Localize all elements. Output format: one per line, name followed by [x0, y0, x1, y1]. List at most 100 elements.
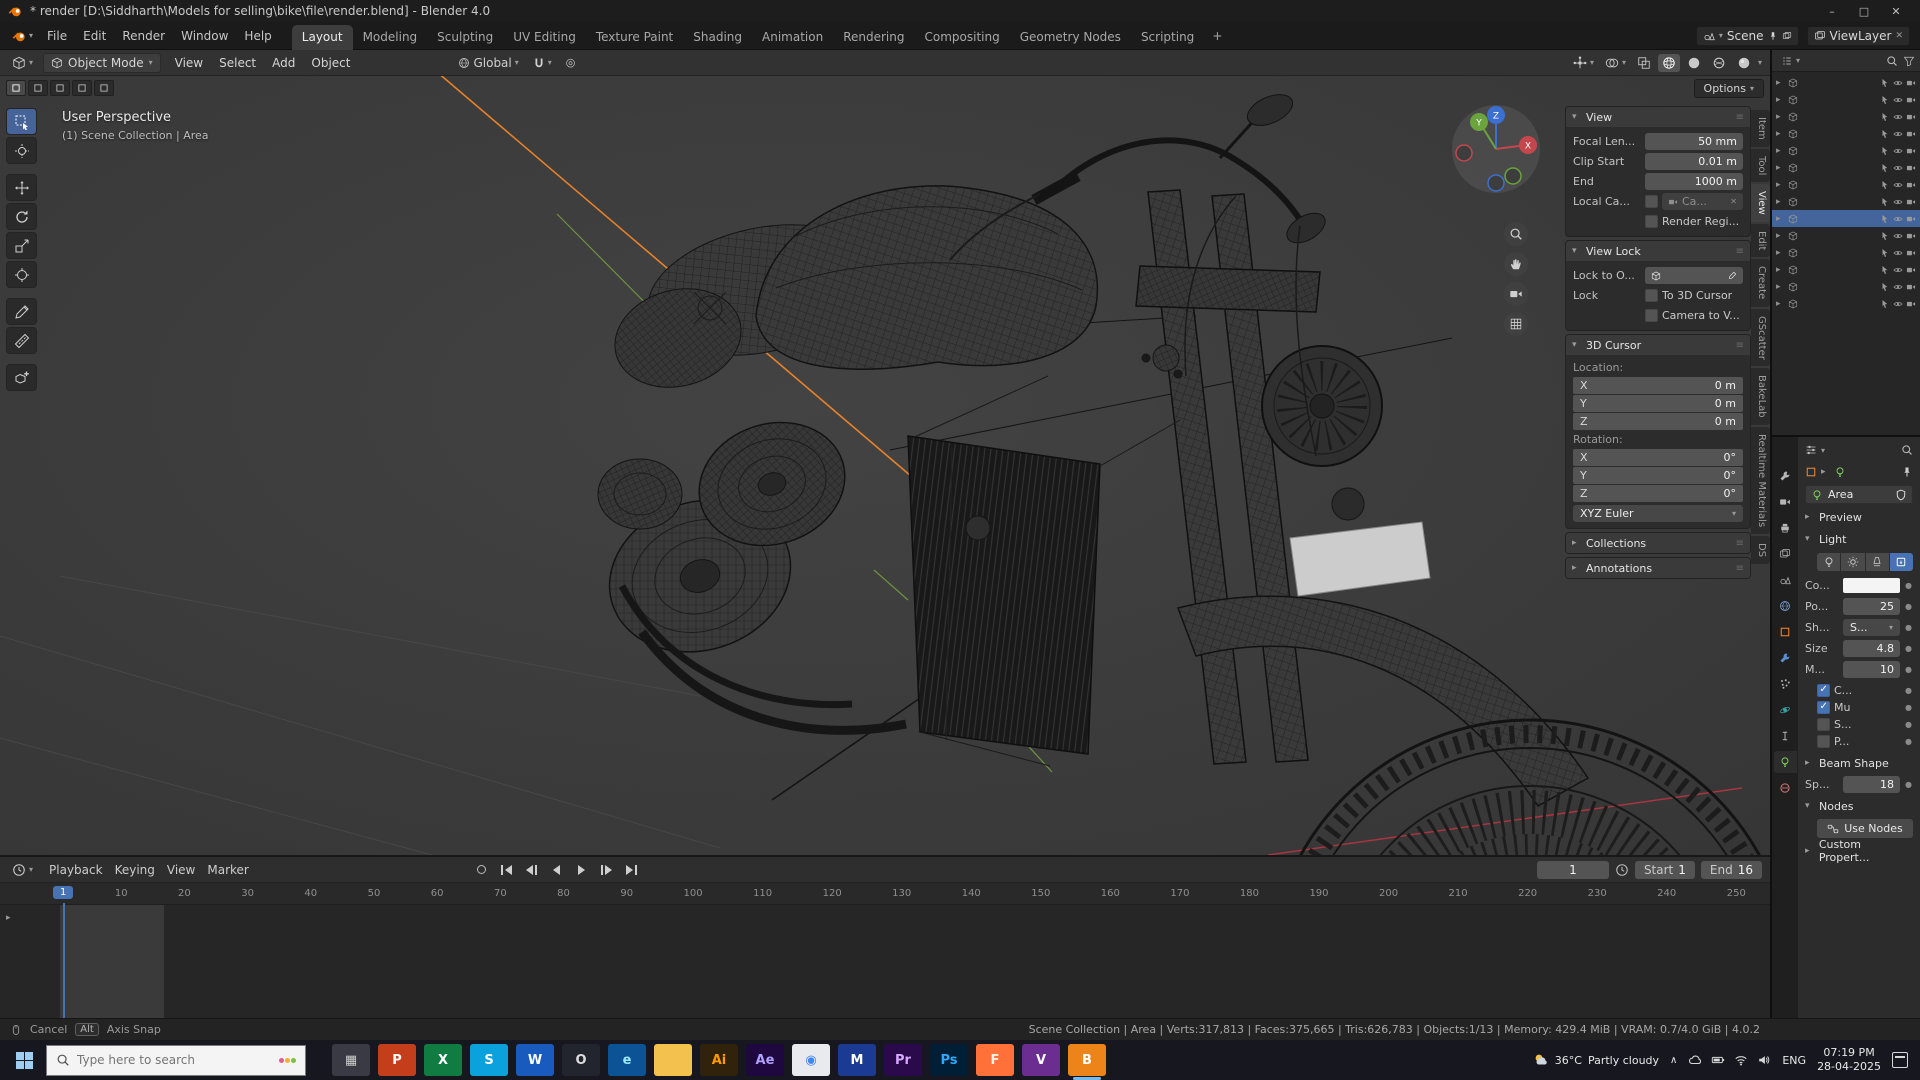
show-overlays-button[interactable]: ▾: [1601, 54, 1630, 72]
tab-modifiers[interactable]: [1774, 647, 1797, 669]
expand-arrow-icon[interactable]: ▸: [1776, 163, 1785, 173]
outliner-row[interactable]: ▸: [1772, 176, 1920, 193]
shading-solid-button[interactable]: [1683, 54, 1705, 72]
add-cube-tool[interactable]: [6, 364, 37, 391]
restrict-select-icon[interactable]: [1880, 265, 1890, 275]
hide-eye-icon[interactable]: [1893, 95, 1903, 105]
outliner-row[interactable]: ▸: [1772, 295, 1920, 312]
annotations-section-header[interactable]: ▸ Annotations ≡: [1566, 558, 1750, 578]
workspace-tab[interactable]: Layout: [291, 24, 353, 50]
outliner-row[interactable]: ▸: [1772, 261, 1920, 278]
timeline-tracks[interactable]: ▸: [0, 905, 1770, 1018]
animate-dot-icon[interactable]: ●: [1904, 686, 1913, 695]
frame-end-field[interactable]: End 16: [1700, 860, 1762, 879]
search-highlight-icon[interactable]: [279, 1057, 296, 1063]
focal-length-field[interactable]: 50 mm: [1645, 133, 1743, 150]
expand-arrow-icon[interactable]: ▸: [1776, 146, 1785, 156]
light-section-header[interactable]: ▾ Light: [1805, 530, 1913, 548]
sidebar-tab[interactable]: View: [1751, 184, 1770, 222]
cursor-section-header[interactable]: ▾ 3D Cursor ≡: [1566, 335, 1750, 355]
taskbar-app[interactable]: O: [562, 1044, 600, 1076]
expand-arrow-icon[interactable]: ▸: [1776, 214, 1785, 224]
cursor-location-field[interactable]: Y0 m: [1573, 395, 1743, 412]
sidebar-tab[interactable]: Tool: [1751, 148, 1770, 183]
move-tool[interactable]: [6, 174, 37, 201]
tab-render[interactable]: [1774, 491, 1797, 513]
battery-icon[interactable]: [1711, 1053, 1725, 1067]
taskbar-app[interactable]: P: [378, 1044, 416, 1076]
clip-start-field[interactable]: 0.01 m: [1645, 153, 1743, 170]
playhead[interactable]: [63, 903, 65, 1018]
tab-physics[interactable]: [1774, 699, 1797, 721]
filter-icon[interactable]: [1903, 55, 1915, 67]
restrict-render-camera-icon[interactable]: [1906, 248, 1916, 258]
custom-properties-section-header[interactable]: ▸ Custom Propert...: [1805, 838, 1913, 864]
language-indicator[interactable]: ENG: [1782, 1054, 1806, 1067]
restrict-render-camera-icon[interactable]: [1906, 197, 1916, 207]
workspace-tab[interactable]: Compositing: [914, 25, 1009, 50]
camera-view-icon[interactable]: [1504, 282, 1528, 306]
outliner-row[interactable]: ▸: [1772, 244, 1920, 261]
hide-eye-icon[interactable]: [1893, 146, 1903, 156]
restrict-select-icon[interactable]: [1880, 112, 1890, 122]
taskbar-app[interactable]: M: [838, 1044, 876, 1076]
scene-selector[interactable]: ▾ Scene: [1695, 25, 1799, 46]
light-max-bounces-field[interactable]: 10: [1843, 661, 1900, 678]
collections-section-header[interactable]: ▸ Collections ≡: [1566, 533, 1750, 553]
animate-dot-icon[interactable]: ●: [1904, 703, 1913, 712]
restrict-render-camera-icon[interactable]: [1906, 214, 1916, 224]
start-button[interactable]: [2, 1040, 46, 1080]
sidebar-tab[interactable]: Item: [1751, 110, 1770, 147]
cursor-rotation-field[interactable]: X 0°: [1573, 449, 1743, 466]
restrict-select-icon[interactable]: [1880, 282, 1890, 292]
expand-arrow-icon[interactable]: ▸: [1776, 231, 1785, 241]
restrict-render-camera-icon[interactable]: [1906, 231, 1916, 241]
expand-arrow-icon[interactable]: ▸: [1776, 248, 1785, 258]
shading-wireframe-button[interactable]: [1657, 53, 1680, 72]
timeline-body[interactable]: 1102030405060708090100110120130140150160…: [0, 883, 1770, 1018]
restrict-select-icon[interactable]: [1880, 299, 1890, 309]
select-mode-subtract-button[interactable]: [50, 80, 70, 96]
cursor-location-field[interactable]: Z0 m: [1573, 413, 1743, 430]
search-icon[interactable]: [1886, 55, 1898, 67]
taskbar-app[interactable]: V: [1022, 1044, 1060, 1076]
restrict-render-camera-icon[interactable]: [1906, 299, 1916, 309]
restrict-select-icon[interactable]: [1880, 180, 1890, 190]
sidebar-tab[interactable]: DS: [1751, 536, 1770, 565]
timeline-ruler[interactable]: 1102030405060708090100110120130140150160…: [0, 883, 1770, 905]
previous-keyframe-button[interactable]: [521, 861, 543, 879]
light-option-checkbox[interactable]: [1817, 684, 1830, 697]
current-frame-field[interactable]: 1: [1536, 860, 1609, 879]
menu-item[interactable]: File: [39, 25, 75, 47]
outliner-editor-type-button[interactable]: ▾: [1777, 53, 1804, 69]
tab-object-data[interactable]: [1773, 751, 1797, 773]
jump-to-end-button[interactable]: [621, 861, 643, 879]
workspace-tab[interactable]: Modeling: [353, 25, 428, 50]
tab-scene[interactable]: [1774, 569, 1797, 591]
clear-icon[interactable]: ✕: [1730, 197, 1737, 206]
tab-constraints[interactable]: [1774, 725, 1797, 747]
restrict-render-camera-icon[interactable]: [1906, 282, 1916, 292]
speaker-icon[interactable]: [1757, 1053, 1771, 1067]
taskbar-app[interactable]: e: [608, 1044, 646, 1076]
viewlayer-selector[interactable]: ViewLayer ✕: [1806, 25, 1910, 46]
hide-eye-icon[interactable]: [1893, 180, 1903, 190]
tab-object[interactable]: [1774, 621, 1797, 643]
fake-user-shield-icon[interactable]: [1895, 489, 1907, 501]
expand-arrow-icon[interactable]: ▸: [1776, 265, 1785, 275]
outliner-row[interactable]: ▸: [1772, 227, 1920, 244]
outliner-row[interactable]: ▸: [1772, 125, 1920, 142]
workspace-tab[interactable]: Shading: [683, 25, 752, 50]
tab-material[interactable]: [1774, 777, 1797, 799]
menu-item[interactable]: Render: [114, 25, 173, 47]
channel-expand-icon[interactable]: ▸: [6, 913, 11, 923]
menu-item[interactable]: Help: [236, 25, 279, 47]
properties-icon[interactable]: [1805, 444, 1817, 456]
taskbar-app[interactable]: S: [470, 1044, 508, 1076]
workspace-tab[interactable]: Texture Paint: [586, 25, 683, 50]
tab-world[interactable]: [1774, 595, 1797, 617]
local-camera-field[interactable]: Ca... ✕: [1662, 193, 1743, 210]
workspace-tab[interactable]: Scripting: [1131, 25, 1204, 50]
beam-shape-section-header[interactable]: ▸ Beam Shape: [1805, 754, 1913, 772]
hide-eye-icon[interactable]: [1893, 299, 1903, 309]
